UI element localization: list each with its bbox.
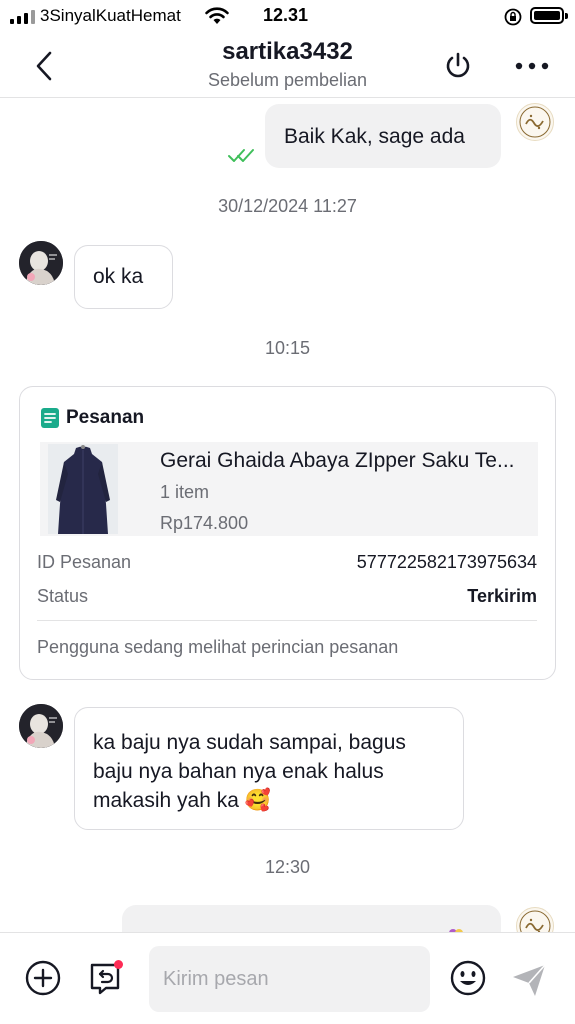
emoji-button[interactable] (449, 959, 487, 997)
carrier-name: 3SinyalKuatHemat (40, 6, 181, 25)
order-status-label: Status (37, 586, 89, 606)
add-attachment-button[interactable] (24, 959, 62, 997)
product-name: Gerai Ghaida Abaya ZIpper Saku Te... (160, 449, 515, 472)
seller-logo-icon (519, 106, 551, 138)
order-card-header: Pesanan (40, 407, 144, 429)
product-image (48, 444, 118, 534)
buyer-avatar[interactable] (19, 704, 63, 748)
rotation-lock-icon (504, 8, 522, 26)
wifi-icon (205, 7, 229, 24)
order-id-value: 577722582173975634 (356, 552, 537, 572)
outgoing-message-partial[interactable] (122, 905, 501, 932)
send-icon (513, 964, 546, 996)
notification-dot (114, 960, 123, 969)
conversation-context: Sebelum pembelian (207, 70, 368, 90)
message-text: ok ka (93, 265, 144, 288)
message-text: Baik Kak, sage ada (284, 125, 465, 148)
end-chat-button[interactable] (440, 48, 476, 84)
status-bar: 3SinyalKuatHemat 12.31 (0, 0, 575, 34)
timestamp: 12:30 (264, 857, 311, 877)
plus-icon (25, 960, 61, 996)
chat-screen: 3SinyalKuatHemat 12.31 sartika3432 Sebel… (0, 0, 575, 1024)
buyer-avatar[interactable] (19, 241, 63, 285)
more-icon (515, 62, 549, 70)
seller-logo-icon (519, 910, 551, 932)
battery-tip (565, 13, 568, 19)
product-quantity: 1 item (160, 482, 210, 502)
incoming-message[interactable]: ka baju nya sudah sampai, bagus baju nya… (74, 707, 464, 830)
message-list[interactable]: Baik Kak, sage ada 30/12/2024 11:27 ok k… (0, 99, 575, 932)
order-product-row[interactable]: Gerai Ghaida Abaya ZIpper Saku Te... 1 i… (40, 442, 538, 536)
send-button[interactable] (510, 961, 548, 999)
buyer-avatar-icon (19, 704, 63, 748)
more-options-button[interactable] (510, 48, 554, 84)
read-check-icon (228, 149, 254, 162)
emoji-icon (450, 960, 486, 996)
order-card-note: Pengguna sedang melihat perincian pesana… (37, 637, 399, 657)
timestamp: 30/12/2024 11:27 (218, 196, 357, 216)
status-time: 12.31 (263, 5, 309, 25)
order-card-title: Pesanan (66, 407, 145, 428)
order-doc-icon (41, 408, 59, 428)
incoming-message[interactable]: ok ka (74, 245, 173, 309)
message-text: makasih yah ka 🥰 (93, 789, 271, 812)
outgoing-message[interactable]: Baik Kak, sage ada (265, 104, 501, 168)
composer-bar (0, 932, 575, 1024)
order-card[interactable]: Pesanan Gerai Ghaida Abaya ZIpper Saku T… (19, 386, 556, 680)
message-input[interactable] (149, 946, 430, 1012)
seller-avatar[interactable] (516, 907, 554, 932)
contact-name[interactable]: sartika3432 (0, 38, 575, 66)
product-price: Rp174.800 (160, 513, 249, 533)
signal-icon (10, 10, 35, 24)
power-icon (446, 52, 470, 78)
timestamp: 10:15 (264, 338, 311, 358)
buyer-avatar-icon (19, 241, 63, 285)
order-id-label: ID Pesanan (37, 552, 132, 572)
message-text: ka baju nya sudah sampai, bagus (93, 731, 406, 754)
order-divider (37, 620, 537, 621)
chat-header: sartika3432 Sebelum pembelian (0, 34, 575, 98)
seller-avatar[interactable] (516, 103, 554, 141)
battery-icon (530, 7, 564, 24)
order-status-value: Terkirim (467, 586, 537, 606)
message-text: baju nya bahan nya enak halus (93, 760, 384, 783)
abaya-icon (48, 444, 118, 534)
